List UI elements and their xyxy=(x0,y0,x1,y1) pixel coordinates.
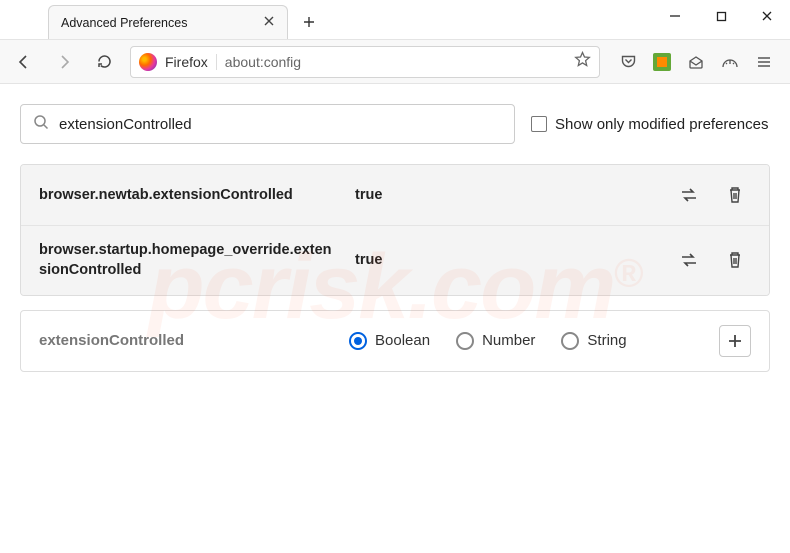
reload-button[interactable] xyxy=(90,48,118,76)
preferences-table: browser.newtab.extensionControlled true … xyxy=(20,164,770,296)
radio-string[interactable]: String xyxy=(561,332,626,350)
pref-value: true xyxy=(355,252,657,268)
pref-value: true xyxy=(355,187,657,203)
tab-title: Advanced Preferences xyxy=(61,16,253,30)
add-pref-name: extensionControlled xyxy=(39,332,329,349)
browser-tab[interactable]: Advanced Preferences xyxy=(48,5,288,39)
back-button[interactable] xyxy=(10,48,38,76)
radio-label: Number xyxy=(482,332,535,349)
maximize-button[interactable] xyxy=(698,0,744,32)
url-bar[interactable]: Firefox about:config xyxy=(130,46,600,78)
toolbar: Firefox about:config xyxy=(0,40,790,84)
window-controls xyxy=(652,0,790,32)
radio-label: Boolean xyxy=(375,332,430,349)
dashboard-icon[interactable] xyxy=(720,52,740,72)
url-context: Firefox xyxy=(165,54,217,70)
type-radio-group: Boolean Number String xyxy=(349,332,699,350)
pref-actions xyxy=(673,244,751,276)
show-modified-toggle[interactable]: Show only modified preferences xyxy=(531,116,768,133)
pref-name: browser.startup.homepage_override.extens… xyxy=(39,240,339,281)
checkbox-icon[interactable] xyxy=(531,116,547,132)
minimize-button[interactable] xyxy=(652,0,698,32)
radio-icon xyxy=(561,332,579,350)
forward-button[interactable] xyxy=(50,48,78,76)
menu-icon[interactable] xyxy=(754,52,774,72)
content: Show only modified preferences browser.n… xyxy=(0,84,790,392)
pref-actions xyxy=(673,179,751,211)
pref-name: browser.newtab.extensionControlled xyxy=(39,185,339,205)
pref-row[interactable]: browser.startup.homepage_override.extens… xyxy=(21,226,769,295)
close-window-button[interactable] xyxy=(744,0,790,32)
checkbox-label: Show only modified preferences xyxy=(555,116,768,133)
url-text: about:config xyxy=(225,54,566,70)
mail-icon[interactable] xyxy=(686,52,706,72)
search-icon xyxy=(33,114,49,135)
extension-icon[interactable] xyxy=(652,52,672,72)
radio-icon xyxy=(349,332,367,350)
close-icon[interactable] xyxy=(263,14,275,32)
delete-button[interactable] xyxy=(719,244,751,276)
bookmark-star-icon[interactable] xyxy=(574,51,591,73)
search-box[interactable] xyxy=(20,104,515,144)
radio-icon xyxy=(456,332,474,350)
pocket-icon[interactable] xyxy=(618,52,638,72)
add-button[interactable] xyxy=(719,325,751,357)
new-tab-button[interactable] xyxy=(292,5,326,39)
toolbar-icons xyxy=(612,52,780,72)
delete-button[interactable] xyxy=(719,179,751,211)
pref-row[interactable]: browser.newtab.extensionControlled true xyxy=(21,165,769,226)
firefox-logo-icon xyxy=(139,53,157,71)
toggle-button[interactable] xyxy=(673,244,705,276)
title-bar: Advanced Preferences xyxy=(0,0,790,40)
search-input[interactable] xyxy=(59,116,502,133)
add-pref-row: extensionControlled Boolean Number Strin… xyxy=(20,310,770,372)
toggle-button[interactable] xyxy=(673,179,705,211)
radio-number[interactable]: Number xyxy=(456,332,535,350)
radio-label: String xyxy=(587,332,626,349)
search-row: Show only modified preferences xyxy=(20,104,770,144)
radio-boolean[interactable]: Boolean xyxy=(349,332,430,350)
